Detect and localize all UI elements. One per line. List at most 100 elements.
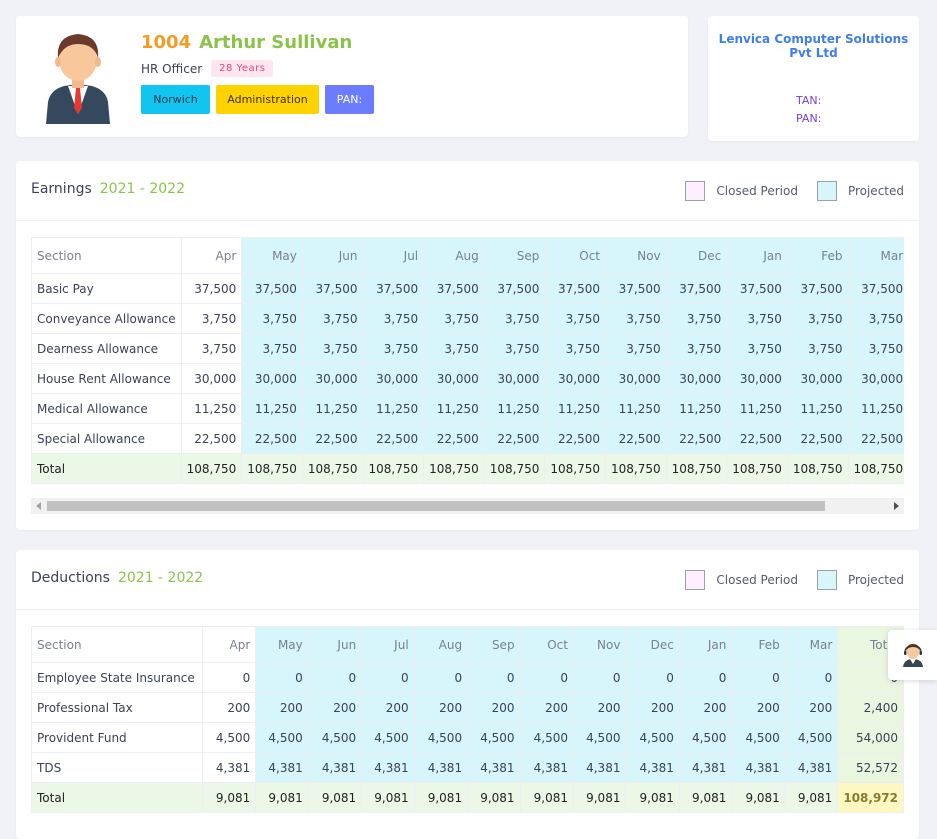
deductions-title: Deductions 2021 - 2022 (31, 570, 203, 586)
earnings-table-scroll[interactable]: Section Apr May Jun Jul Aug Sep Oct Nov Dec Jan Feb… (31, 237, 904, 484)
total-value: 9,081 (625, 782, 680, 813)
earnings-header-row: Section Apr May Jun Jul Aug Sep Oct Nov Dec Jan Feb… (31, 237, 904, 274)
cell-value: 3,750 (726, 333, 788, 364)
scroll-left-icon[interactable] (36, 502, 41, 510)
employee-id: 1004 (141, 32, 192, 53)
cell-value: 30,000 (665, 363, 728, 394)
total-value: 9,081 (361, 782, 415, 813)
row-total: 2,400 (837, 692, 904, 723)
cell-value: 4,381 (307, 752, 363, 783)
scroll-right-icon[interactable] (894, 502, 899, 510)
cell-value: 37,500 (423, 273, 485, 304)
table-row: Special Allowance 22,500 22,500 22,500 22,50… (31, 423, 904, 454)
cell-value: 11,250 (605, 393, 667, 424)
deductions-header-row: Section Apr May Jun Jul Aug Sep Oct Nov Dec Jan Feb… (31, 626, 904, 663)
employee-profile-card: 1004 Arthur Sullivan HR Officer 28 Years … (16, 16, 688, 137)
col-header-jul: Jul (361, 626, 415, 663)
cell-value: 37,500 (362, 273, 425, 304)
cell-value: 30,000 (847, 363, 904, 394)
total-value: 108,750 (544, 453, 607, 484)
row-label: Employee State Insurance (31, 662, 203, 693)
cell-value: 3,750 (786, 303, 849, 334)
table-row: Basic Pay 37,500 37,500 37,500 37,500 37,500 3… (31, 273, 904, 304)
employee-heading: 1004 Arthur Sullivan (141, 32, 352, 53)
cell-value: 3,750 (483, 303, 546, 334)
cell-value: 22,500 (605, 423, 667, 454)
closed-period-swatch (685, 570, 706, 590)
total-value: 9,081 (467, 782, 521, 813)
projected-label: Projected (847, 573, 904, 587)
cell-value: 4,381 (467, 752, 521, 783)
earnings-table: Section Apr May Jun Jul Aug Sep Oct Nov Dec Jan Feb… (31, 237, 904, 484)
deductions-legend: Closed Period Projected (685, 570, 904, 590)
cell-value: 3,750 (483, 333, 546, 364)
deductions-header: Deductions 2021 - 2022 Closed Period Proj… (16, 550, 919, 610)
projected-label: Projected (847, 184, 904, 198)
cell-value: 37,500 (786, 273, 849, 304)
scrollbar-thumb[interactable] (47, 501, 825, 511)
cell-value: 3,750 (544, 303, 607, 334)
cell-value: 4,500 (413, 722, 469, 753)
cell-value: 22,500 (544, 423, 607, 454)
cell-value: 30,000 (301, 363, 364, 394)
cell-value: 200 (519, 692, 574, 723)
cell-value: 4,381 (731, 752, 786, 783)
cell-value: 11,250 (483, 393, 546, 424)
total-value: 108,750 (726, 453, 788, 484)
cell-value: 3,750 (423, 333, 485, 364)
cell-value: 4,500 (307, 722, 363, 753)
col-header-jun: Jun (307, 626, 363, 663)
cell-value: 4,381 (572, 752, 627, 783)
earnings-header: Earnings 2021 - 2022 Closed Period Projec… (16, 161, 919, 221)
cell-value: 200 (625, 692, 680, 723)
cell-value: 3,750 (301, 303, 364, 334)
cell-value: 37,500 (301, 273, 364, 304)
cell-value: 0 (255, 662, 309, 693)
age-badge: 28 Years (211, 60, 274, 77)
cell-value: 0 (731, 662, 786, 693)
cell-value: 0 (201, 662, 257, 693)
cell-value: 0 (413, 662, 469, 693)
cell-value: 37,500 (726, 273, 788, 304)
cell-value: 3,750 (847, 303, 904, 334)
cell-value: 22,500 (483, 423, 546, 454)
cell-value: 0 (572, 662, 627, 693)
deductions-table-scroll[interactable]: Section Apr May Jun Jul Aug Sep Oct Nov Dec Jan Feb… (31, 626, 904, 813)
cell-value: 11,250 (544, 393, 607, 424)
cell-value: 4,381 (519, 752, 574, 783)
cell-value: 4,381 (413, 752, 469, 783)
cell-value: 11,250 (665, 393, 728, 424)
cell-value: 22,500 (847, 423, 904, 454)
cell-value: 37,500 (180, 273, 243, 304)
total-value: 9,081 (519, 782, 574, 813)
col-header-sep: Sep (467, 626, 521, 663)
cell-value: 11,250 (362, 393, 425, 424)
total-value: 9,081 (255, 782, 309, 813)
projected-swatch (816, 181, 837, 201)
total-value: 9,081 (413, 782, 469, 813)
deductions-year: 2021 - 2022 (117, 570, 204, 586)
employee-role-line: HR Officer 28 Years (141, 60, 274, 77)
cell-value: 30,000 (241, 363, 303, 394)
company-card: Lenvica Computer Solutions Pvt Ltd TAN: … (708, 16, 919, 141)
cell-value: 37,500 (665, 273, 728, 304)
earnings-year: 2021 - 2022 (99, 181, 185, 197)
cell-value: 11,250 (726, 393, 788, 424)
tan-label: TAN: (796, 94, 822, 107)
cell-value: 3,750 (786, 333, 849, 364)
cell-value: 4,381 (361, 752, 415, 783)
table-row: Medical Allowance 11,250 11,250 11,250 11,25… (31, 393, 904, 424)
pan-label: PAN: (796, 112, 822, 125)
cell-value: 0 (361, 662, 415, 693)
support-button[interactable] (888, 630, 937, 680)
employee-tags: Norwich Administration PAN: (141, 85, 374, 114)
cell-value: 200 (201, 692, 257, 723)
cell-value: 4,500 (255, 722, 309, 753)
total-value: 9,081 (731, 782, 786, 813)
male-employee-avatar-icon (46, 34, 110, 124)
cell-value: 11,250 (847, 393, 904, 424)
cell-value: 0 (625, 662, 680, 693)
cell-value: 200 (255, 692, 309, 723)
cell-value: 30,000 (423, 363, 485, 394)
earnings-horizontal-scrollbar[interactable] (31, 498, 904, 514)
